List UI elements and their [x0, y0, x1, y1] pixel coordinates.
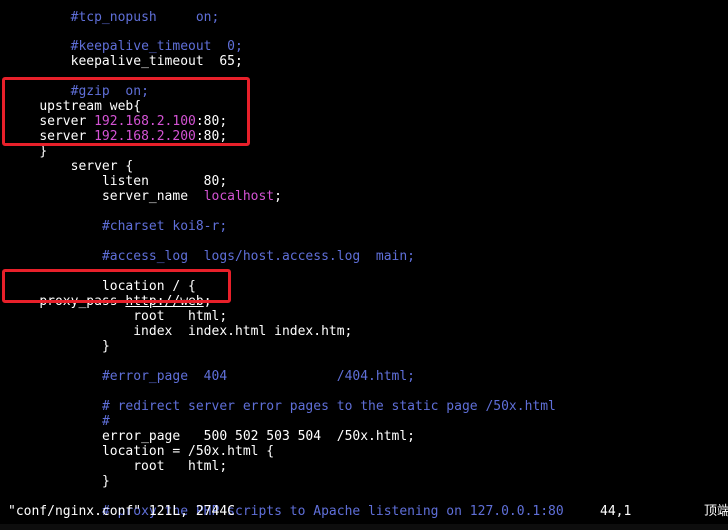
code-line: #tcp_nopush on;: [8, 0, 220, 25]
code-line: #access_log logs/host.access.log main;: [8, 234, 415, 264]
proxy-pass-highlight-box: [2, 269, 231, 303]
code-line: location = /50x.html {: [8, 429, 274, 459]
comment-text: # redirect server error pages to the sta…: [101, 399, 556, 414]
code-line: server {: [8, 144, 134, 174]
status-scroll-position: 顶端: [704, 504, 728, 519]
code-line: # redirect server error pages to the sta…: [8, 384, 556, 414]
code-line: #keepalive_timeout 0;: [8, 24, 243, 54]
root-directive: root html;: [133, 459, 228, 474]
location-50x-end: }: [101, 474, 110, 489]
window-bottom-edge: [0, 524, 728, 530]
status-file-info: "conf/nginx.conf" 121L, 2744C: [8, 504, 235, 519]
index-directive: index index.html index.htm;: [133, 324, 353, 339]
code-line: root html;: [8, 444, 227, 474]
code-line: keepalive_timeout 65;: [8, 39, 243, 69]
code-line: index index.html index.htm;: [8, 309, 352, 339]
code-line: listen 80;: [8, 159, 227, 189]
location-block-end: }: [101, 339, 110, 354]
code-line: #error_page 404 /404.html;: [8, 354, 415, 384]
terminal-window[interactable]: #tcp_nopush on; #keepalive_timeout 0; ke…: [0, 0, 728, 530]
upstream-highlight-box: [2, 77, 250, 146]
directive-text: keepalive_timeout 65;: [70, 54, 243, 69]
status-cursor-position: 44,1: [600, 504, 632, 519]
server-name-value: localhost: [203, 189, 275, 204]
code-line: }: [8, 459, 110, 489]
code-line: error_page 500 502 503 504 /50x.html;: [8, 414, 415, 444]
code-line: #: [8, 399, 110, 429]
code-line: server_name localhost;: [101, 189, 282, 204]
comment-text: #tcp_nopush on;: [70, 10, 220, 25]
code-line: #charset koi8-r;: [8, 204, 227, 234]
comment-text: #charset koi8-r;: [101, 219, 228, 234]
code-line: # proxy the PHP scripts to Apache listen…: [8, 489, 564, 519]
comment-text: #error_page 404 /404.html;: [101, 369, 416, 384]
comment-text: #access_log logs/host.access.log main;: [101, 249, 416, 264]
code-line: }: [8, 324, 110, 354]
